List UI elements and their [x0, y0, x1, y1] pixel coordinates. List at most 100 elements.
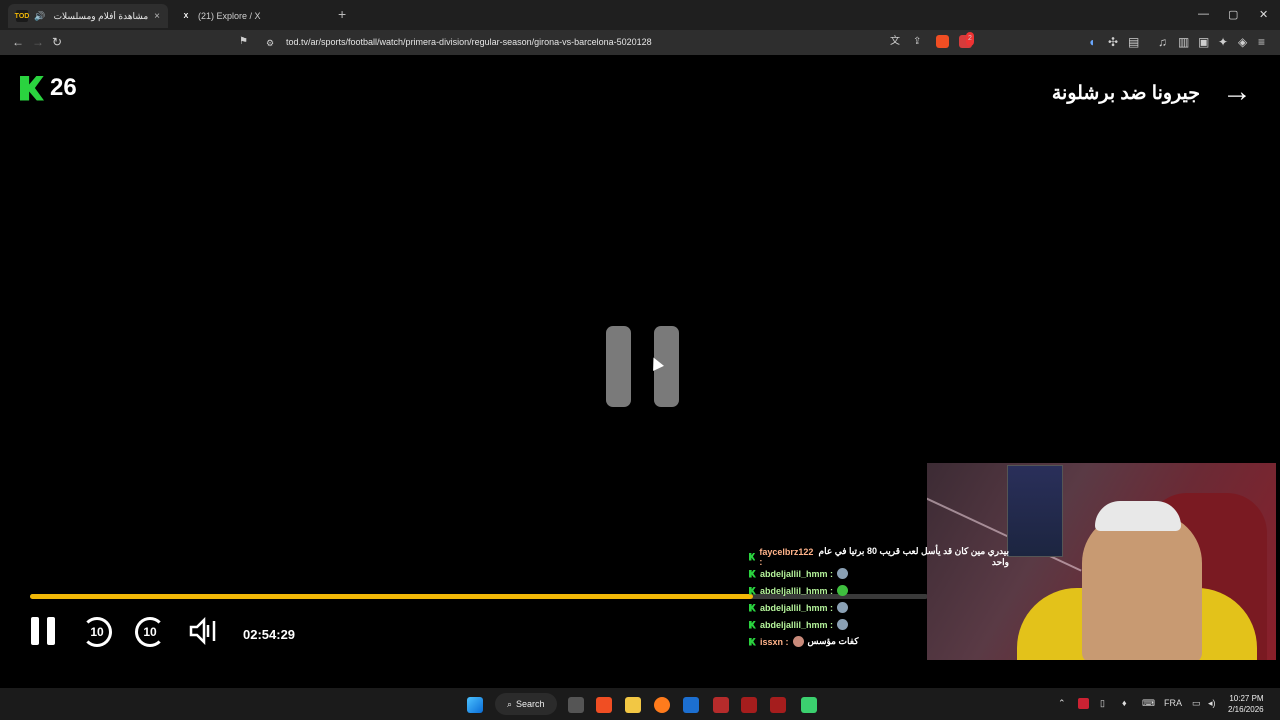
volume-tray-icon[interactable]: ◂) — [1208, 698, 1216, 709]
kick-icon — [749, 637, 756, 646]
chat-username: faycelbrz122 : — [759, 546, 814, 567]
pause-button[interactable] — [31, 617, 57, 645]
url-text[interactable]: tod.tv/ar/sports/football/watch/primera-… — [286, 37, 652, 47]
back-arrow-icon[interactable]: → — [1222, 77, 1252, 107]
network-icon[interactable]: ▭ — [1192, 698, 1201, 709]
popcorn-emote-icon — [837, 602, 849, 613]
minimize-icon[interactable]: — — [1198, 8, 1209, 20]
match-title: جيرونا ضد برشلونة — [1051, 83, 1200, 104]
kick-icon — [749, 569, 756, 578]
chat-message: abdeljallil_hmm : — [749, 565, 1009, 582]
clock-date: 2/16/2026 — [1228, 705, 1264, 714]
reader-icon[interactable]: ▤ — [1128, 35, 1139, 49]
popcorn-emote-icon — [837, 619, 849, 630]
search-icon: ⌕ — [507, 698, 513, 709]
chat-username: issxn : — [760, 636, 789, 647]
share-icon[interactable]: ⇪ — [913, 35, 921, 49]
popcorn-emote-icon — [837, 568, 849, 579]
chat-username: abdeljallil_hmm : — [760, 619, 834, 630]
brave-browser-icon[interactable] — [596, 697, 612, 713]
chat-message: abdeljallil_hmm : — [749, 599, 1009, 616]
app-icon[interactable] — [770, 697, 786, 713]
tod-favicon-icon: TOD — [15, 10, 29, 22]
wall-poster — [1007, 465, 1063, 557]
chat-message: faycelbrz122 : بيدري مين كان قد يأسل لعب… — [749, 545, 1009, 567]
chat-overlay: faycelbrz122 : بيدري مين كان قد يأسل لعب… — [749, 545, 1009, 650]
language-indicator[interactable]: FRA — [1164, 698, 1182, 708]
tab-title: مشاهدة أفلام ومسلسلات وبرا — [51, 10, 149, 21]
site-settings-icon[interactable]: ⚙ — [266, 36, 274, 50]
taskbar-search[interactable]: ⌕ Search — [495, 693, 557, 715]
streaming-app-icon[interactable] — [801, 697, 817, 713]
menu-icon[interactable]: ≡ — [1258, 35, 1265, 49]
notification-badge: 2 — [966, 32, 974, 46]
browser-tab-bar: TOD 🔊 مشاهدة أفلام ومسلسلات وبرا × X (21… — [0, 0, 1280, 30]
center-pause-button[interactable] — [606, 326, 679, 407]
tab-title: (21) Explore / X — [198, 11, 261, 21]
pause-icon — [31, 617, 39, 645]
forward-label: 10 — [143, 625, 157, 639]
translate-icon[interactable]: 文 — [890, 35, 900, 49]
forward-icon[interactable]: → — [32, 35, 44, 49]
volume-icon — [189, 616, 216, 646]
brand-number: 26 — [50, 74, 77, 101]
app-icon[interactable] — [683, 697, 699, 713]
usb-icon[interactable]: ▯ — [1100, 698, 1105, 709]
sidebar-icon[interactable]: ▥ — [1178, 35, 1189, 49]
pause-icon — [47, 617, 55, 645]
chat-message: abdeljallil_hmm : — [749, 582, 1009, 599]
keyboard-icon[interactable]: ⌨ — [1142, 698, 1155, 709]
windows-start-icon[interactable] — [467, 697, 483, 713]
microphone-icon[interactable]: ♦ — [1122, 698, 1127, 708]
kick-icon — [749, 603, 756, 612]
wallet-icon[interactable]: ▣ — [1198, 35, 1209, 49]
maximize-icon[interactable]: ▢ — [1228, 8, 1238, 21]
rewind-label: 10 — [90, 625, 104, 639]
audio-playing-icon[interactable]: ◖ — [1088, 35, 1095, 49]
vpn-icon[interactable]: ◈ — [1238, 35, 1247, 49]
brave-shield-icon[interactable] — [936, 35, 949, 48]
tray-overflow-icon[interactable]: ⌃ — [1058, 698, 1066, 709]
file-explorer-icon[interactable] — [625, 697, 641, 713]
back-icon[interactable]: ← — [12, 35, 24, 49]
system-clock[interactable]: 10:27 PM 2/16/2026 — [1228, 693, 1264, 715]
brand-logo: 26 — [20, 74, 77, 102]
kick-icon — [749, 620, 756, 629]
tab-tod[interactable]: TOD 🔊 مشاهدة أفلام ومسلسلات وبرا × — [8, 4, 168, 28]
search-label: Search — [516, 699, 545, 709]
k-logo-icon — [20, 75, 44, 101]
face-emote-icon — [792, 636, 804, 647]
media-icon[interactable]: ♫ — [1158, 35, 1167, 49]
forward-10-button[interactable]: 10 — [135, 617, 165, 647]
volume-button[interactable] — [189, 616, 219, 646]
chat-username: abdeljallil_hmm : — [760, 602, 834, 613]
bookmark-icon[interactable]: ⚑ — [239, 35, 248, 49]
windows-taskbar: ⌕ Search ⌃ ▯ ♦ ⌨ FRA ▭ ◂) 10:27 PM 2/16/… — [0, 688, 1280, 720]
timecode: 02:54:29 — [243, 627, 296, 642]
address-bar[interactable]: ⚙ tod.tv/ar/sports/football/watch/primer… — [258, 33, 983, 52]
green-emote-icon — [837, 585, 849, 596]
white-cap — [1095, 501, 1181, 531]
chat-text: بيدري مين كان قد يأسل لعب قريب 80 برتيا … — [818, 545, 1009, 567]
close-tab-icon[interactable]: × — [154, 11, 160, 22]
chat-message: issxn : كفات مؤسس — [749, 633, 1009, 650]
new-tab-button[interactable]: + — [338, 6, 346, 22]
chat-message: abdeljallil_hmm : — [749, 616, 1009, 633]
extensions-icon[interactable]: ✣ — [1108, 35, 1118, 49]
streamer — [1082, 513, 1202, 660]
tray-app-icon[interactable] — [1078, 698, 1089, 709]
leo-ai-icon[interactable]: ✦ — [1218, 35, 1228, 49]
tab-x-explore[interactable]: X (21) Explore / X — [172, 4, 332, 28]
kick-icon — [749, 586, 756, 595]
progress-fill — [30, 594, 753, 599]
close-window-icon[interactable]: ✕ — [1259, 8, 1268, 21]
app-icon[interactable] — [741, 697, 757, 713]
firefox-icon[interactable] — [654, 697, 670, 713]
app-icon[interactable] — [713, 697, 729, 713]
kick-icon — [749, 552, 756, 561]
reload-icon[interactable]: ↻ — [52, 35, 62, 49]
speaker-icon[interactable]: 🔊 — [34, 11, 45, 22]
pause-bar-icon — [606, 326, 631, 407]
task-view-icon[interactable] — [568, 697, 584, 713]
rewind-10-button[interactable]: 10 — [82, 617, 112, 647]
